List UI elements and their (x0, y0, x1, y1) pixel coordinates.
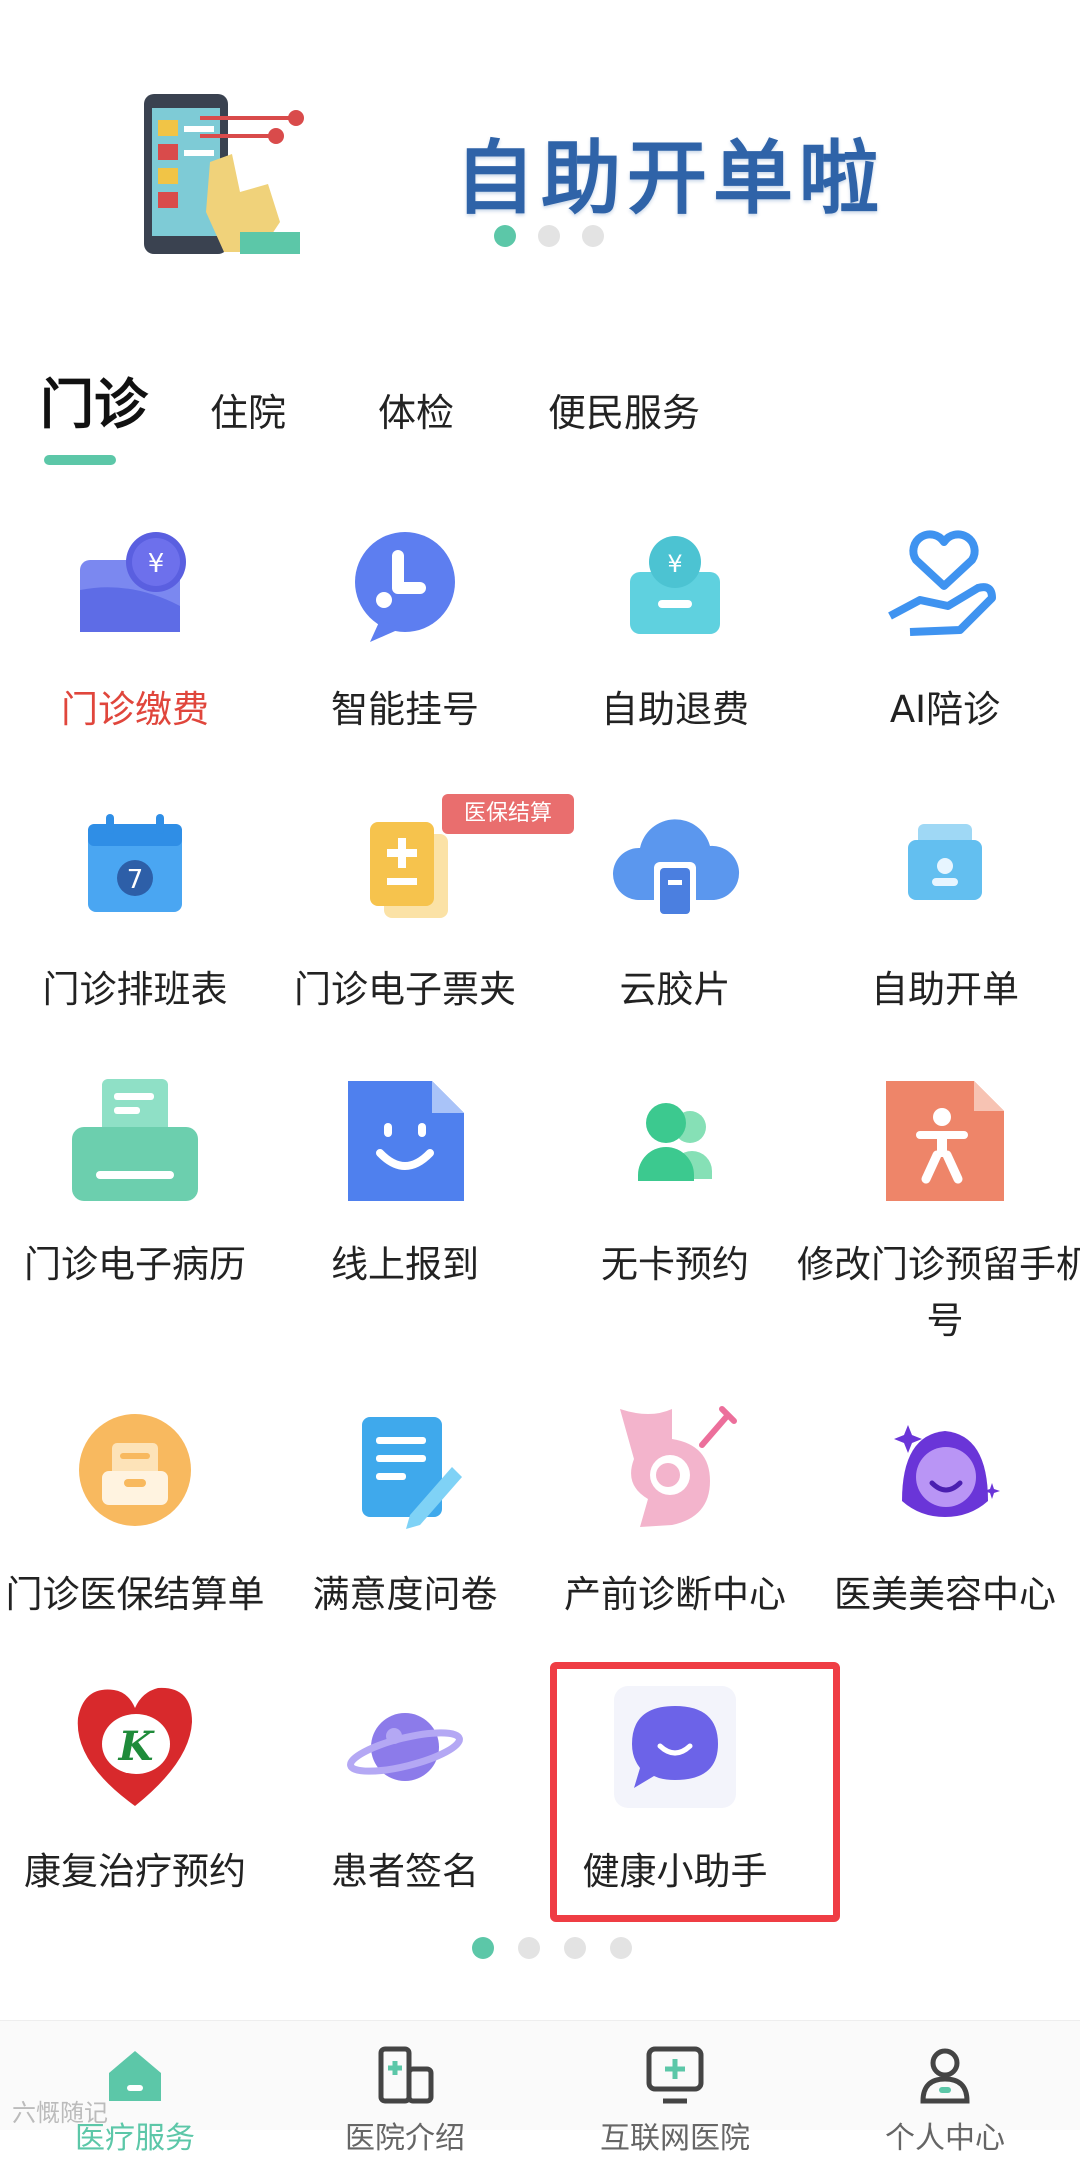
service-smart-registration[interactable]: 智能挂号 (270, 520, 540, 731)
prenatal-center-icon (610, 1405, 740, 1535)
category-tabs: 门诊 住院 体检 便民服务 (0, 360, 1080, 470)
selection-highlight-box (550, 1662, 840, 1922)
tab-inpatient[interactable]: 住院 (210, 368, 286, 458)
service-e-medical-record[interactable]: 门诊电子病历 (0, 1075, 270, 1325)
active-tab-indicator (44, 455, 116, 465)
service-label: 智能挂号 (331, 688, 479, 731)
service-label: 门诊缴费 (61, 688, 209, 731)
smart-registration-icon (340, 520, 470, 650)
bottom-navigation: 医疗服务 医院介绍 互联网医院 个人中心 (0, 2020, 1080, 2156)
hospital-building-icon (378, 2046, 434, 2104)
service-self-refund[interactable]: ¥ 自助退费 (540, 520, 810, 731)
service-label: 自助开单 (871, 968, 1019, 1011)
service-label: 康复治疗预约 (24, 1850, 246, 1893)
online-hospital-icon (646, 2046, 704, 2104)
svg-text:K: K (118, 1723, 156, 1770)
carousel-dot[interactable] (494, 225, 516, 247)
service-modify-phone[interactable]: 修改门诊预留手机号 (797, 1075, 1080, 1342)
grid-page-dot[interactable] (564, 1937, 586, 1959)
self-order-icon (880, 800, 1010, 930)
service-label: 门诊电子病历 (24, 1243, 246, 1286)
refund-box-icon: ¥ (610, 520, 740, 650)
service-satisfaction-survey[interactable]: 满意度问卷 (270, 1405, 540, 1616)
banner-title: 自助开单啦 (455, 131, 885, 225)
service-no-card-booking[interactable]: 无卡预约 (540, 1075, 810, 1325)
care-hand-heart-icon (880, 520, 1010, 650)
tab-convenience-services[interactable]: 便民服务 (548, 368, 700, 458)
no-card-booking-icon (610, 1075, 740, 1205)
service-label: 门诊排班表 (42, 968, 228, 1011)
banner-carousel-dots (494, 225, 604, 249)
grid-page-dots (472, 1937, 632, 1959)
service-beauty-center[interactable]: 医美美容中心 (810, 1405, 1080, 1616)
service-label: 线上报到 (331, 1243, 479, 1286)
service-label: 无卡预约 (601, 1243, 749, 1286)
modify-phone-icon (880, 1075, 1010, 1205)
service-label: 门诊电子票夹 (294, 968, 516, 1011)
grid-page-dot[interactable] (518, 1937, 540, 1959)
promo-banner[interactable]: 自助开单啦 (0, 0, 1080, 290)
service-label: 自助退费 (601, 688, 749, 731)
tab-checkup[interactable]: 体检 (378, 368, 454, 458)
watermark-text: 六慨随记 (12, 2099, 108, 2127)
service-label: AI陪诊 (889, 688, 1001, 731)
nav-personal-center[interactable]: 个人中心 (810, 2021, 1080, 2156)
tab-outpatient[interactable]: 门诊 (40, 360, 148, 450)
service-label: 修改门诊预留手机号 (797, 1243, 1080, 1342)
signature-planet-icon (340, 1682, 470, 1812)
service-label: 门诊医保结算单 (5, 1573, 265, 1616)
insurance-statement-icon (70, 1405, 200, 1535)
service-label: 医美美容中心 (834, 1573, 1056, 1616)
survey-icon (340, 1405, 470, 1535)
service-ai-escort[interactable]: AI陪诊 (810, 520, 1080, 731)
service-rehab-booking[interactable]: K 康复治疗预约 (0, 1682, 270, 1893)
service-grid: ¥ 门诊缴费 智能挂号 ¥ 自助退费 AI陪诊 7 门诊排班表 门诊电子票夹 云… (0, 505, 1080, 1895)
online-checkin-icon (340, 1075, 470, 1205)
calendar-icon: 7 (70, 800, 200, 930)
home-icon (109, 2051, 161, 2101)
service-outpatient-payment[interactable]: ¥ 门诊缴费 (0, 520, 270, 731)
nav-label: 医院介绍 (345, 2121, 465, 2156)
service-online-checkin[interactable]: 线上报到 (270, 1075, 540, 1325)
service-label: 云胶片 (619, 968, 731, 1011)
service-label: 患者签名 (331, 1850, 479, 1893)
grid-page-dot[interactable] (610, 1937, 632, 1959)
printer-record-icon (70, 1075, 200, 1205)
nav-label: 个人中心 (885, 2121, 1005, 2156)
service-label: 产前诊断中心 (564, 1573, 786, 1616)
svg-text:7: 7 (127, 865, 144, 895)
beauty-center-icon (880, 1405, 1010, 1535)
nav-hospital-intro[interactable]: 医院介绍 (270, 2021, 540, 2156)
service-label: 满意度问卷 (312, 1573, 498, 1616)
carousel-dot[interactable] (582, 225, 604, 247)
service-patient-signature[interactable]: 患者签名 (270, 1682, 540, 1893)
payment-wallet-icon: ¥ (70, 520, 200, 650)
service-self-order[interactable]: 自助开单 (810, 800, 1080, 1011)
phone-tap-illustration-icon (144, 94, 304, 254)
user-profile-icon (920, 2048, 970, 2104)
service-cloud-film[interactable]: 云胶片 (540, 800, 810, 1011)
service-insurance-statement[interactable]: 门诊医保结算单 (0, 1405, 270, 1616)
svg-text:¥: ¥ (148, 549, 165, 579)
svg-text:¥: ¥ (667, 550, 682, 578)
nav-label: 互联网医院 (600, 2121, 750, 2156)
carousel-dot[interactable] (538, 225, 560, 247)
rehab-logo-icon: K (70, 1682, 200, 1812)
nav-internet-hospital[interactable]: 互联网医院 (540, 2021, 810, 2156)
service-outpatient-schedule[interactable]: 7 门诊排班表 (0, 800, 270, 1011)
grid-page-dot[interactable] (472, 1937, 494, 1959)
cloud-film-icon (610, 800, 740, 930)
service-prenatal-center[interactable]: 产前诊断中心 (540, 1405, 810, 1616)
insurance-settlement-badge: 医保结算 (442, 794, 574, 834)
